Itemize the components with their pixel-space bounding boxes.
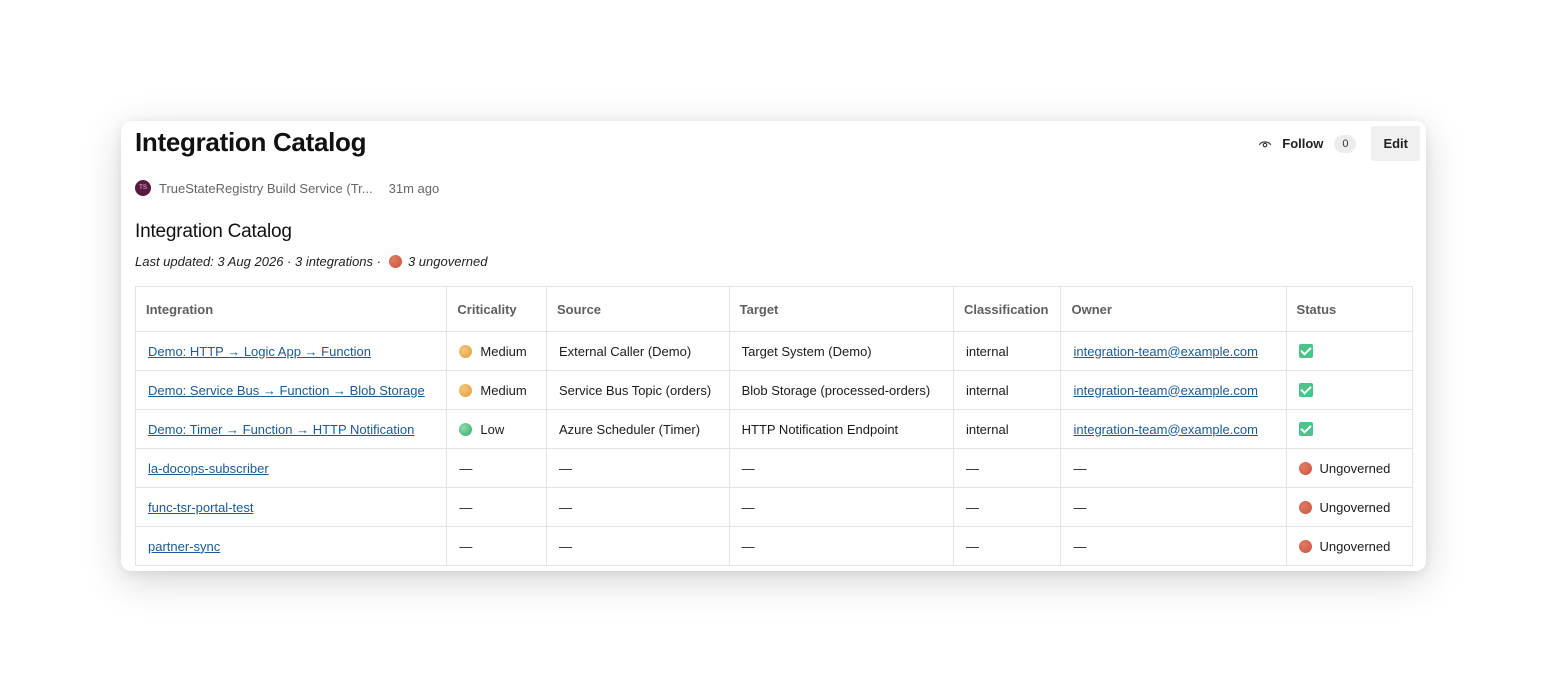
classification-cell: — xyxy=(952,448,1062,488)
classification-cell: — xyxy=(952,487,1062,527)
integration-link[interactable]: Demo: Service Bus → Function → Blob Stor… xyxy=(148,383,425,398)
follow-count-badge: 0 xyxy=(1334,134,1357,153)
column-header-criticality[interactable]: Criticality xyxy=(446,286,547,332)
integration-cell: Demo: Timer → Function → HTTP Notificati… xyxy=(134,409,448,449)
last-edited-time: 31m ago xyxy=(388,180,440,196)
column-header-owner[interactable]: Owner xyxy=(1060,286,1287,332)
status-label: Ungoverned xyxy=(1319,538,1391,554)
owner-email-link[interactable]: integration-team@example.com xyxy=(1073,344,1257,359)
status-cell: Ungoverned xyxy=(1285,526,1414,566)
target-cell: — xyxy=(728,526,954,566)
integration-cell: Demo: Service Bus → Function → Blob Stor… xyxy=(134,370,448,410)
criticality-cell: — xyxy=(446,448,547,488)
status-cell: Ungoverned xyxy=(1285,487,1414,527)
integration-link[interactable]: func-tsr-portal-test xyxy=(148,500,253,515)
page-actions: Follow 0 Edit xyxy=(1250,126,1420,161)
classification-cell: — xyxy=(952,526,1062,566)
status-label: Ungoverned xyxy=(1319,460,1391,476)
integration-link[interactable]: partner-sync xyxy=(148,539,220,554)
meta-ungoverned-count: 3 ungoverned xyxy=(407,254,488,269)
check-mark-icon xyxy=(1298,422,1313,436)
criticality-label: Medium xyxy=(480,382,527,398)
integration-cell: partner-sync xyxy=(134,526,448,566)
integration-link[interactable]: Demo: HTTP → Logic App → Function xyxy=(148,344,371,359)
table-row: Demo: Timer → Function → HTTP Notificati… xyxy=(134,409,1414,449)
owner-cell: — xyxy=(1060,526,1287,566)
column-header-source[interactable]: Source xyxy=(545,286,730,332)
author-line: TS TrueStateRegistry Build Service (Tr..… xyxy=(135,179,439,197)
status-cell xyxy=(1285,370,1414,410)
criticality-cell: Medium xyxy=(446,370,547,410)
avatar[interactable]: TS xyxy=(135,180,151,196)
criticality-cell: — xyxy=(446,487,547,527)
status-label: Ungoverned xyxy=(1319,499,1391,515)
status-cell xyxy=(1285,331,1414,371)
owner-cell: integration-team@example.com xyxy=(1060,331,1287,371)
column-header-integration[interactable]: Integration xyxy=(134,286,448,332)
table-row: partner-sync — — — — — Ungoverned xyxy=(134,526,1414,566)
check-mark-icon xyxy=(1298,383,1313,397)
table-row: func-tsr-portal-test — — — — — Ungoverne… xyxy=(134,487,1414,527)
edit-button[interactable]: Edit xyxy=(1371,126,1420,161)
column-header-classification[interactable]: Classification xyxy=(952,286,1062,332)
table-row: la-docops-subscriber — — — — — Ungoverne… xyxy=(134,448,1414,488)
classification-cell: internal xyxy=(952,409,1062,449)
red-circle-icon xyxy=(1298,500,1312,514)
integration-link[interactable]: la-docops-subscriber xyxy=(148,461,269,476)
source-cell: Azure Scheduler (Timer) xyxy=(545,409,730,449)
owner-cell: integration-team@example.com xyxy=(1060,370,1287,410)
green-circle-icon xyxy=(459,422,473,436)
page-title: Integration Catalog xyxy=(135,127,367,157)
red-circle-icon xyxy=(1298,461,1312,475)
integration-cell: func-tsr-portal-test xyxy=(134,487,448,527)
source-cell: External Caller (Demo) xyxy=(545,331,730,371)
follow-label: Follow xyxy=(1282,136,1324,151)
source-cell: — xyxy=(545,526,730,566)
author-name[interactable]: TrueStateRegistry Build Service (Tr... xyxy=(159,181,373,196)
red-circle-icon xyxy=(1298,539,1312,553)
criticality-cell: Medium xyxy=(446,331,547,371)
red-circle-icon xyxy=(388,255,402,268)
source-cell: — xyxy=(545,487,730,527)
classification-cell: internal xyxy=(952,370,1062,410)
integration-table: Integration Criticality Source Target Cl… xyxy=(134,286,1414,566)
follow-button[interactable]: Follow 0 xyxy=(1250,126,1364,161)
meta-summary: Last updated: 3 Aug 2026 · 3 integration… xyxy=(135,254,381,269)
column-header-status[interactable]: Status xyxy=(1285,286,1414,332)
eye-icon xyxy=(1259,140,1272,147)
target-cell: Target System (Demo) xyxy=(728,331,954,371)
check-mark-icon xyxy=(1298,344,1313,358)
catalog-meta: Last updated: 3 Aug 2026 · 3 integration… xyxy=(135,254,487,269)
criticality-label: Low xyxy=(480,421,505,437)
status-cell xyxy=(1285,409,1414,449)
integration-cell: la-docops-subscriber xyxy=(134,448,448,488)
owner-email-link[interactable]: integration-team@example.com xyxy=(1073,422,1257,437)
criticality-cell: Low xyxy=(446,409,547,449)
orange-circle-icon xyxy=(459,344,473,358)
target-cell: HTTP Notification Endpoint xyxy=(728,409,954,449)
table-row: Demo: HTTP → Logic App → Function Medium… xyxy=(134,331,1414,371)
table-header-row: Integration Criticality Source Target Cl… xyxy=(134,286,1414,332)
column-header-target[interactable]: Target xyxy=(728,286,954,332)
wiki-page-card: Integration Catalog Follow 0 Edit TS Tru… xyxy=(121,121,1426,571)
target-cell: — xyxy=(728,487,954,527)
target-cell: Blob Storage (processed-orders) xyxy=(728,370,954,410)
source-cell: Service Bus Topic (orders) xyxy=(545,370,730,410)
owner-cell: — xyxy=(1060,448,1287,488)
source-cell: — xyxy=(545,448,730,488)
content-heading: Integration Catalog xyxy=(135,221,292,242)
classification-cell: internal xyxy=(952,331,1062,371)
owner-email-link[interactable]: integration-team@example.com xyxy=(1073,383,1257,398)
target-cell: — xyxy=(728,448,954,488)
criticality-cell: — xyxy=(446,526,547,566)
integration-cell: Demo: HTTP → Logic App → Function xyxy=(134,331,448,371)
table-row: Demo: Service Bus → Function → Blob Stor… xyxy=(134,370,1414,410)
orange-circle-icon xyxy=(459,383,473,397)
owner-cell: — xyxy=(1060,487,1287,527)
criticality-label: Medium xyxy=(480,343,527,359)
status-cell: Ungoverned xyxy=(1285,448,1414,488)
owner-cell: integration-team@example.com xyxy=(1060,409,1287,449)
integration-link[interactable]: Demo: Timer → Function → HTTP Notificati… xyxy=(148,422,414,437)
